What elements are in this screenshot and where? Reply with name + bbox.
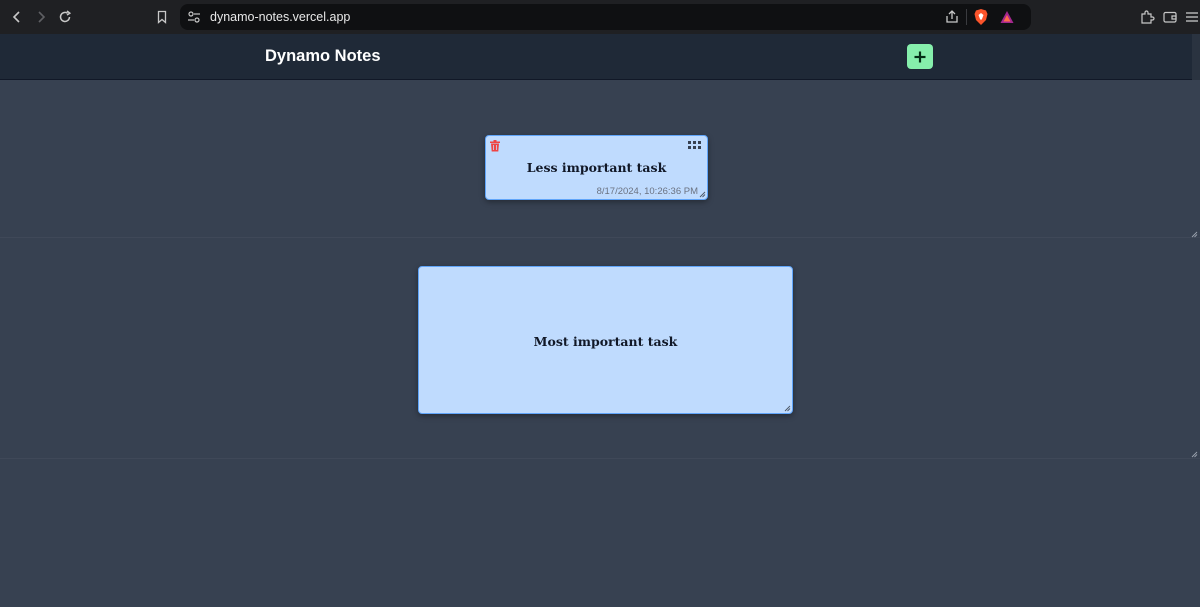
note-resize-handle[interactable] [699,191,706,198]
chevron-left-icon [12,11,20,23]
section-resize-handle[interactable] [1191,231,1198,238]
note-card[interactable]: Most important task [418,266,793,414]
note-resize-handle[interactable] [784,405,791,412]
note-timestamp: 8/17/2024, 10:26:36 PM [596,186,698,197]
note-text[interactable]: Most important task [419,334,792,349]
section-divider [0,237,1200,238]
browser-toolbar: dynamo-notes.vercel.app [0,0,1200,34]
chevron-right-icon [38,11,46,23]
note-card[interactable]: Less important task 8/17/2024, 10:26:36 … [485,135,708,200]
reload-icon [59,10,72,23]
bookmark-button[interactable] [152,7,172,27]
bookmark-icon [157,10,167,24]
plus-icon [914,51,926,62]
wallet-icon[interactable] [1162,9,1178,25]
address-separator [966,9,967,25]
back-button[interactable] [7,7,27,27]
forward-button[interactable] [31,7,51,27]
section-resize-handle[interactable] [1191,451,1198,458]
add-note-button[interactable] [907,44,933,69]
notes-canvas: Less important task 8/17/2024, 10:26:36 … [0,80,1200,607]
note-text[interactable]: Less important task [486,160,707,175]
section-divider [0,458,1200,459]
scrollbar-track[interactable] [1192,34,1200,80]
url-text[interactable]: dynamo-notes.vercel.app [210,9,350,25]
extensions-icon[interactable] [1139,9,1155,25]
menu-icon[interactable] [1184,9,1200,25]
reload-button[interactable] [55,7,75,27]
trash-icon[interactable] [489,140,501,152]
address-bar[interactable]: dynamo-notes.vercel.app [180,4,1031,30]
drag-grip-icon[interactable] [688,141,701,151]
app-header: Dynamo Notes [0,34,1200,80]
brave-shields-icon[interactable] [973,8,989,26]
app-title: Dynamo Notes [265,47,381,65]
site-settings-icon[interactable] [187,10,201,24]
rewards-icon[interactable] [999,9,1015,25]
share-icon[interactable] [944,9,960,25]
